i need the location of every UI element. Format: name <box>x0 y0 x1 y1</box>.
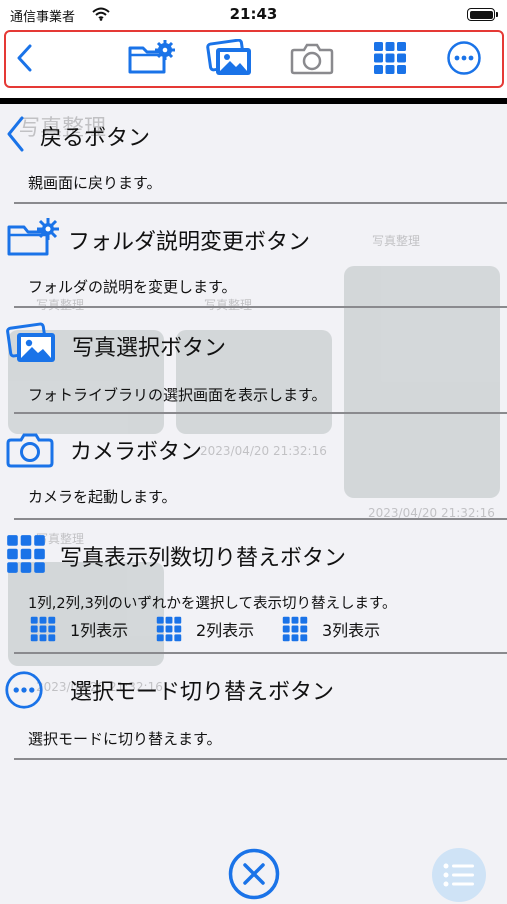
select-help-title: 選択モード切り替えボタン <box>70 680 335 705</box>
separator <box>14 202 507 204</box>
grid-icon <box>156 616 182 642</box>
status-time: 21:43 <box>229 5 278 23</box>
photo-card <box>344 266 500 498</box>
column-option-label: 2列表示 <box>196 621 255 640</box>
photo-card <box>8 562 164 666</box>
toolbar <box>0 28 507 98</box>
close-circle-icon <box>228 848 280 900</box>
photos-icon <box>6 322 55 362</box>
more-button[interactable] <box>444 38 484 78</box>
grid-icon <box>30 616 56 642</box>
photo-help-desc: フォトライブラリの選択画面を表示します。 <box>28 386 327 404</box>
back-help-desc: 親画面に戻ります。 <box>28 174 162 192</box>
columns-help-desc: 1列,2列,3列のいずれかを選択して表示切り替えします。 <box>28 596 397 612</box>
back-icon <box>7 116 24 152</box>
folder-help-desc: フォルダの説明を変更します。 <box>28 278 237 296</box>
grid-icon <box>7 535 45 573</box>
separator <box>14 306 507 308</box>
photo-caption: 写真整理 <box>372 234 421 248</box>
grid-button[interactable] <box>370 40 410 76</box>
separator <box>14 652 507 654</box>
photos-button[interactable] <box>204 38 256 78</box>
folder-gear-icon <box>128 40 175 74</box>
camera-button[interactable] <box>288 38 336 78</box>
separator <box>14 518 507 520</box>
camera-icon <box>290 43 334 75</box>
status-bar: 通信事業者 21:43 <box>0 0 507 28</box>
camera-help-title: カメラボタン <box>70 440 203 465</box>
close-help-button[interactable] <box>228 848 280 900</box>
list-icon <box>443 863 474 887</box>
back-button[interactable] <box>8 40 40 76</box>
more-icon <box>5 671 43 709</box>
grid-icon <box>282 616 308 642</box>
columns-help-title: 写真表示列数切り替えボタン <box>60 546 347 571</box>
back-help-title: 戻るボタン <box>40 126 151 151</box>
column-option-2: 2列表示 <box>156 616 254 642</box>
photo-help-title: 写真選択ボタン <box>72 336 227 361</box>
photo-caption: 写真整理 <box>36 298 85 312</box>
battery-icon <box>467 8 498 21</box>
separator <box>14 412 507 414</box>
photo-date: 2023/04/20 21:32:16 <box>200 444 327 458</box>
folder-settings-button[interactable] <box>126 38 176 78</box>
grid-icon <box>374 42 406 74</box>
folder-help-title: フォルダ説明変更ボタン <box>68 230 311 255</box>
photos-icon <box>206 39 251 75</box>
separator <box>14 758 507 760</box>
column-option-3: 3列表示 <box>282 616 380 642</box>
camera-help-desc: カメラを起動します。 <box>28 488 177 506</box>
column-option-label: 3列表示 <box>322 621 381 640</box>
column-option-1: 1列表示 <box>30 616 128 642</box>
column-option-label: 1列表示 <box>70 621 129 640</box>
list-button[interactable] <box>432 848 486 902</box>
photo-caption: 写真整理 <box>204 298 253 312</box>
more-icon <box>447 41 481 75</box>
select-help-desc: 選択モードに切り替えます。 <box>28 730 222 748</box>
folder-gear-icon <box>7 218 59 256</box>
back-icon <box>17 44 32 72</box>
camera-icon <box>6 433 54 468</box>
